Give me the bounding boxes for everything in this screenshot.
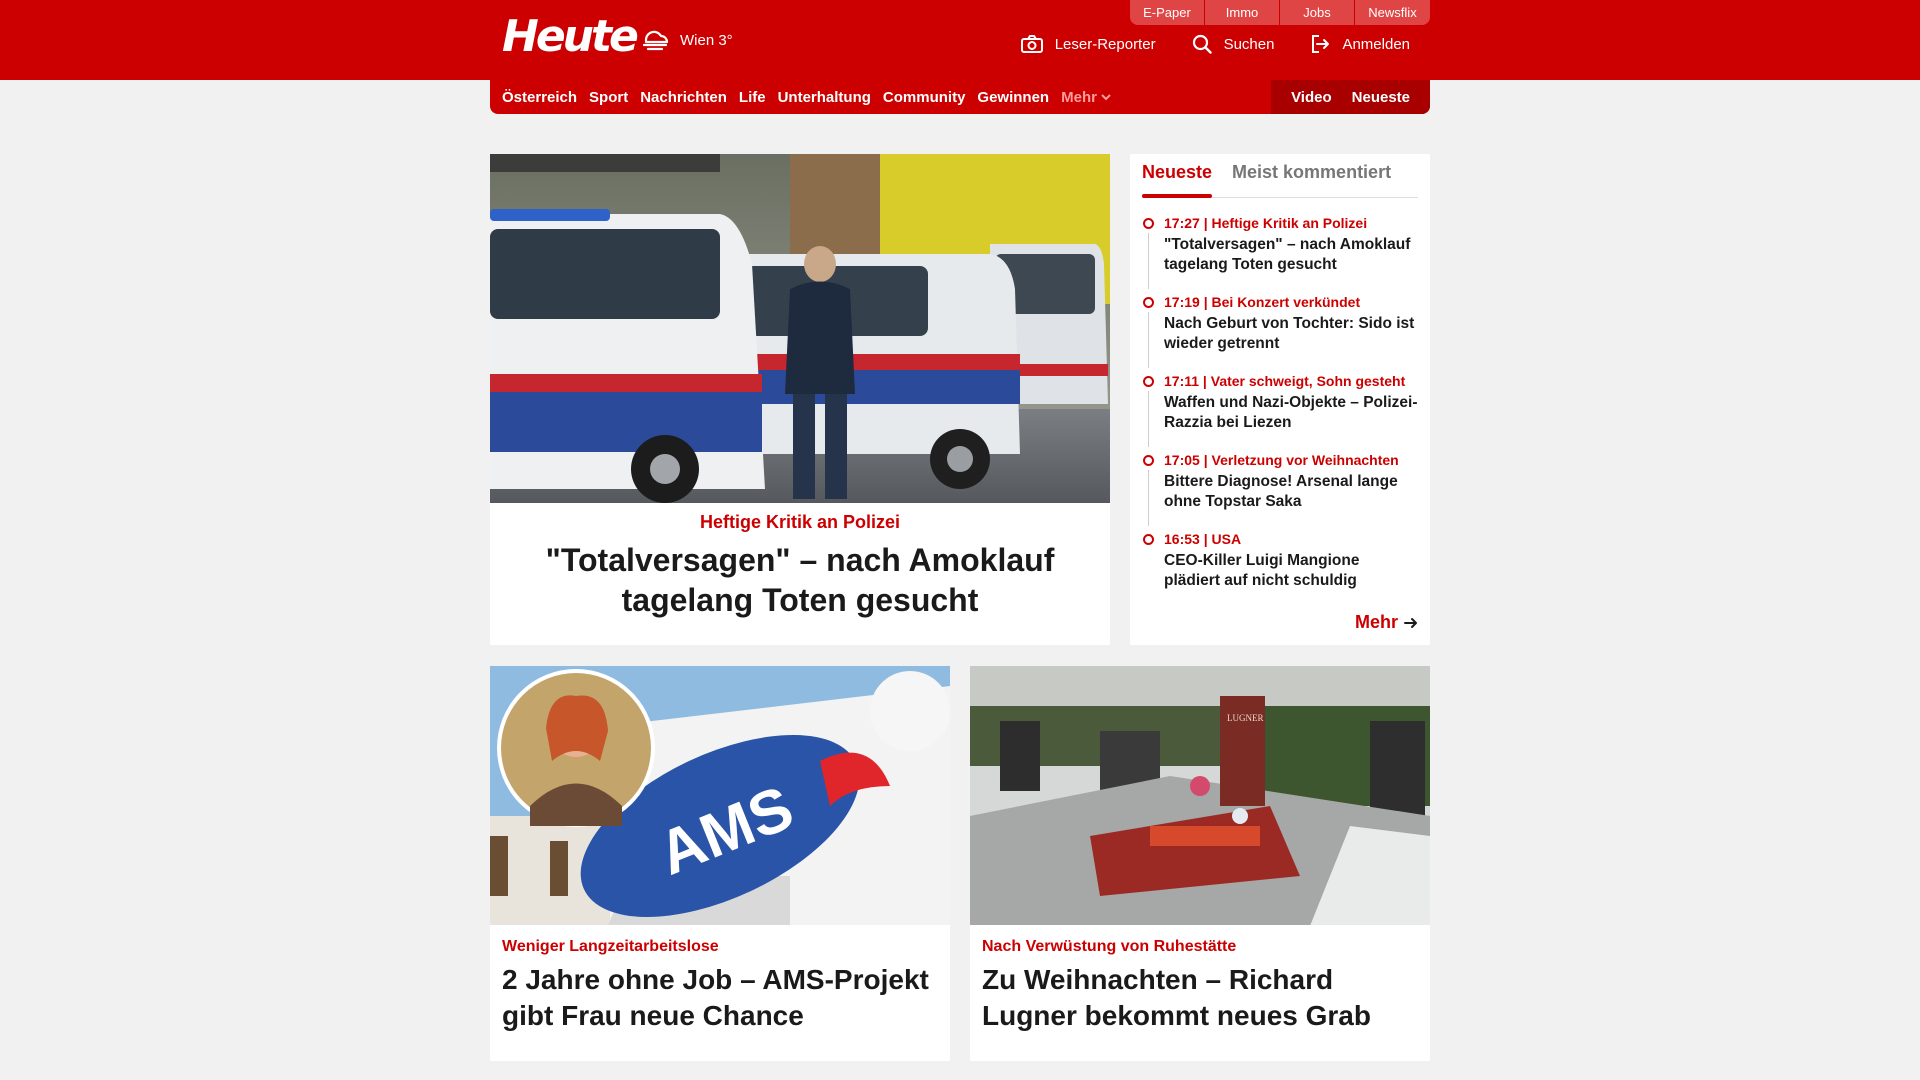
timeline-kicker: Vater schweigt, Sohn gesteht bbox=[1210, 373, 1406, 389]
timeline-kicker: Bei Konzert verkündet bbox=[1211, 294, 1361, 310]
nav-item-nachrichten[interactable]: Nachrichten bbox=[640, 89, 727, 106]
timeline-item[interactable]: 17:05 | Verletzung vor Weihnachten Bitte… bbox=[1142, 451, 1418, 530]
hero-image[interactable] bbox=[490, 154, 1110, 503]
login-button[interactable]: Anmelden bbox=[1310, 34, 1410, 54]
sidebar-more-link[interactable]: Mehr bbox=[1355, 612, 1418, 633]
site-logo[interactable]: Heute bbox=[502, 12, 639, 62]
service-epaper-link[interactable]: E-Paper bbox=[1130, 0, 1205, 25]
timeline-dot-icon bbox=[1143, 218, 1154, 229]
grave-photo: LUGNER bbox=[970, 666, 1430, 925]
search-label: Suchen bbox=[1223, 35, 1275, 53]
tab-neueste[interactable]: Neueste bbox=[1142, 154, 1213, 198]
main-nav: Österreich Sport Nachrichten Life Unterh… bbox=[490, 80, 1430, 114]
timeline-time: 17:05 bbox=[1164, 452, 1200, 468]
news-timeline: 17:27 | Heftige Kritik an Polizei "Total… bbox=[1142, 214, 1418, 609]
nav-item-community[interactable]: Community bbox=[883, 89, 966, 106]
hero-kicker: Heftige Kritik an Polizei bbox=[699, 512, 901, 532]
timeline-kicker: Verletzung vor Weihnachten bbox=[1211, 452, 1399, 468]
service-immo-link[interactable]: Immo bbox=[1205, 0, 1280, 25]
card-title[interactable]: 2 Jahre ohne Job – AMS-Projekt gibt Frau… bbox=[502, 962, 942, 1034]
service-newsflix-link[interactable]: Newsflix bbox=[1355, 0, 1430, 25]
tab-meist-kommentiert[interactable]: Meist kommentiert bbox=[1232, 154, 1391, 197]
timeline-connector bbox=[1148, 233, 1149, 289]
tombstone-text: LUGNER bbox=[1227, 713, 1264, 723]
nav-item-neueste[interactable]: Neueste bbox=[1352, 89, 1410, 106]
nav-item-video[interactable]: Video bbox=[1291, 89, 1332, 106]
timeline-meta: 17:05 | Verletzung vor Weihnachten bbox=[1164, 452, 1399, 468]
timeline-time: 16:53 bbox=[1164, 531, 1200, 547]
timeline-connector bbox=[1148, 312, 1149, 368]
timeline-item[interactable]: 16:53 | USA CEO-Killer Luigi Mangione pl… bbox=[1142, 530, 1418, 609]
leser-reporter-label: Leser-Reporter bbox=[1054, 35, 1156, 53]
nav-item-sport[interactable]: Sport bbox=[589, 89, 628, 106]
article-card-lugner[interactable]: LUGNER Nach Verwüstung von Ruhestätte Zu… bbox=[970, 666, 1430, 1061]
timeline-title[interactable]: Bittere Diagnose! Arsenal lange ohne Top… bbox=[1164, 472, 1418, 512]
timeline-connector bbox=[1148, 470, 1149, 526]
timeline-meta: 17:27 | Heftige Kritik an Polizei bbox=[1164, 215, 1368, 231]
hero-police-photo bbox=[490, 154, 1110, 503]
hero-title[interactable]: "Totalversagen" – nach Amoklauf tagelang… bbox=[520, 540, 1080, 620]
nav-item-life[interactable]: Life bbox=[739, 89, 766, 106]
service-links: E-Paper Immo Jobs Newsflix bbox=[1130, 0, 1430, 25]
hero-article[interactable]: Heftige Kritik an Polizei "Totalversagen… bbox=[490, 154, 1110, 645]
timeline-kicker: USA bbox=[1211, 531, 1242, 547]
article-card-ams[interactable]: AMS Weniger Langzeitarbeitslose 2 Jahre … bbox=[490, 666, 950, 1061]
timeline-item[interactable]: 17:11 | Vater schweigt, Sohn gesteht Waf… bbox=[1142, 372, 1418, 451]
timeline-title[interactable]: CEO-Killer Luigi Mangione plädiert auf n… bbox=[1164, 551, 1418, 591]
timeline-dot-icon bbox=[1143, 297, 1154, 308]
weather-label: Wien 3° bbox=[680, 31, 733, 49]
sidebar-more-label: Mehr bbox=[1354, 612, 1398, 632]
login-label: Anmelden bbox=[1342, 35, 1410, 53]
header-tools: Leser-Reporter Suchen Anmelden bbox=[985, 34, 1410, 54]
card-image[interactable]: LUGNER bbox=[970, 666, 1430, 925]
card-kicker: Weniger Langzeitarbeitslose bbox=[502, 938, 719, 955]
nav-item-gewinnen[interactable]: Gewinnen bbox=[977, 89, 1049, 106]
timeline-title[interactable]: Nach Geburt von Tochter: Sido ist wieder… bbox=[1164, 314, 1418, 354]
timeline-meta: 17:11 | Vater schweigt, Sohn gesteht bbox=[1164, 373, 1406, 389]
camera-icon bbox=[1020, 35, 1043, 53]
timeline-time: 17:11 bbox=[1164, 373, 1200, 389]
nav-item-unterhaltung[interactable]: Unterhaltung bbox=[778, 89, 871, 106]
timeline-meta: 17:19 | Bei Konzert verkündet bbox=[1164, 294, 1361, 310]
top-header: E-Paper Immo Jobs Newsflix Heute Wien 3°… bbox=[0, 0, 1920, 80]
weather-widget[interactable]: Wien 3° bbox=[640, 26, 733, 54]
search-button[interactable]: Suchen bbox=[1192, 34, 1275, 54]
timeline-item[interactable]: 17:19 | Bei Konzert verkündet Nach Gebur… bbox=[1142, 293, 1418, 372]
arrow-right-icon bbox=[1404, 617, 1417, 628]
login-icon bbox=[1312, 35, 1330, 53]
card-image[interactable]: AMS bbox=[490, 666, 950, 925]
nav-more-dropdown[interactable]: Mehr bbox=[1061, 89, 1111, 106]
timeline-meta: 16:53 | USA bbox=[1164, 531, 1242, 547]
timeline-kicker: Heftige Kritik an Polizei bbox=[1211, 215, 1368, 231]
timeline-title[interactable]: "Totalversagen" – nach Amoklauf tagelang… bbox=[1164, 235, 1418, 275]
latest-news-sidebar: Neueste Meist kommentiert 17:27 | Heftig… bbox=[1130, 154, 1430, 645]
nav-item-oesterreich[interactable]: Österreich bbox=[502, 89, 577, 106]
chevron-down-icon bbox=[1101, 94, 1111, 101]
timeline-item[interactable]: 17:27 | Heftige Kritik an Polizei "Total… bbox=[1142, 214, 1418, 293]
ams-sign-photo: AMS bbox=[490, 666, 950, 925]
timeline-time: 17:19 bbox=[1164, 294, 1200, 310]
weather-cloud-icon bbox=[642, 30, 669, 51]
search-icon bbox=[1192, 34, 1212, 54]
timeline-dot-icon bbox=[1143, 376, 1154, 387]
timeline-time: 17:27 bbox=[1164, 215, 1200, 231]
card-title[interactable]: Zu Weihnachten – Richard Lugner bekommt … bbox=[982, 962, 1422, 1034]
card-kicker: Nach Verwüstung von Ruhestätte bbox=[982, 938, 1237, 955]
timeline-dot-icon bbox=[1143, 534, 1154, 545]
service-jobs-link[interactable]: Jobs bbox=[1280, 0, 1355, 25]
timeline-title[interactable]: Waffen und Nazi-Objekte – Polizei-Razzia… bbox=[1164, 393, 1418, 433]
leser-reporter-button[interactable]: Leser-Reporter bbox=[1020, 35, 1156, 53]
timeline-dot-icon bbox=[1143, 455, 1154, 466]
nav-more-label: Mehr bbox=[1061, 88, 1097, 106]
sidebar-tabs: Neueste Meist kommentiert bbox=[1142, 154, 1418, 198]
timeline-connector bbox=[1148, 391, 1149, 447]
nav-right-group: Video Neueste bbox=[1271, 80, 1430, 114]
